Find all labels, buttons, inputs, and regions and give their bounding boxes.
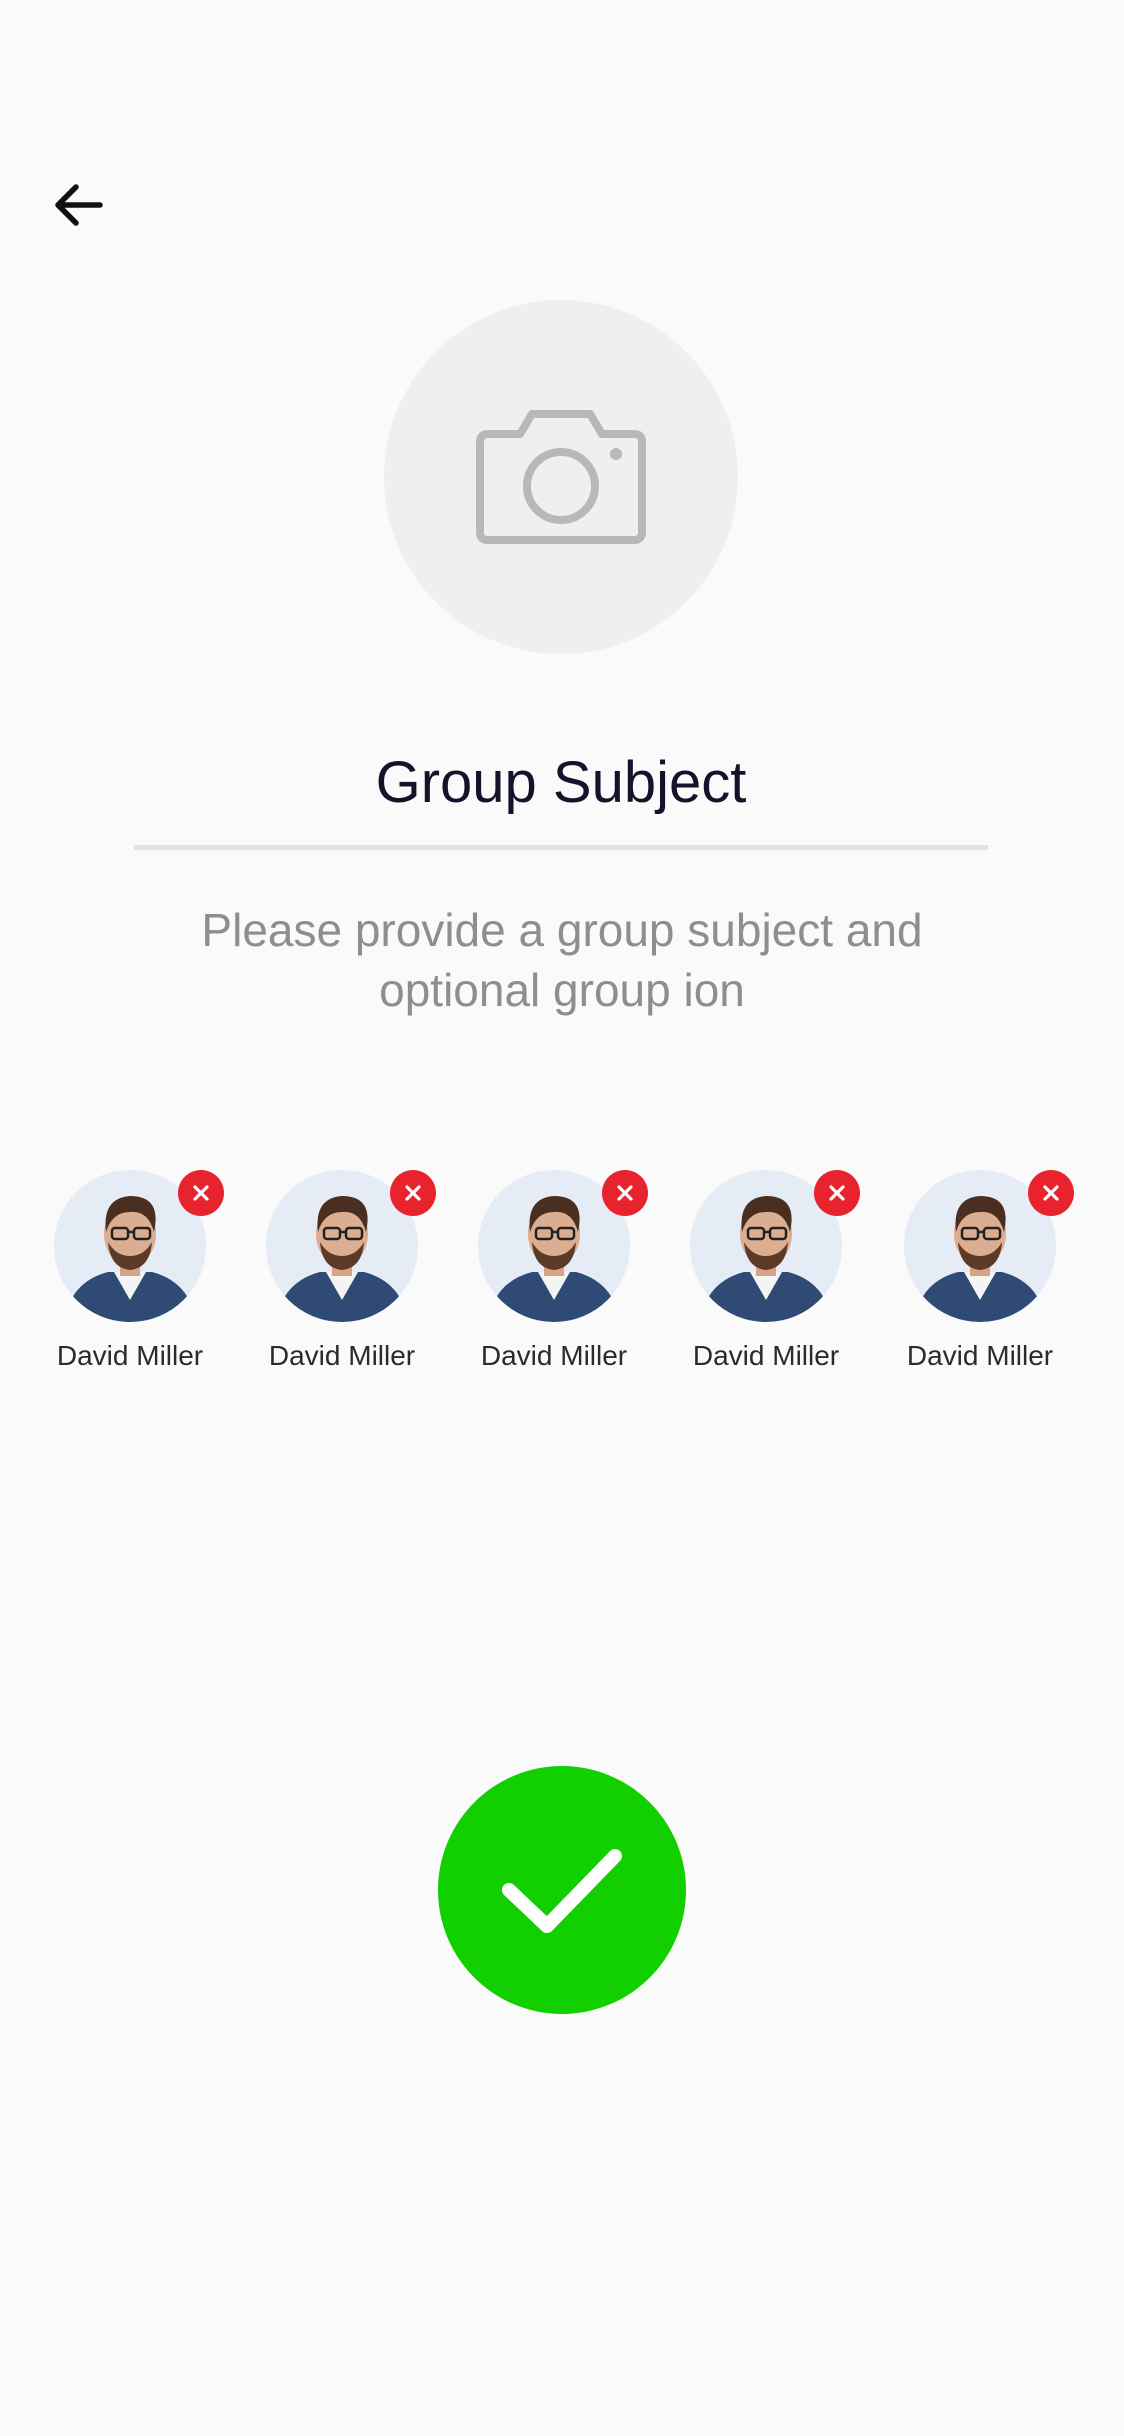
member-item: David Miller bbox=[880, 1160, 1080, 1380]
member-name: David Miller bbox=[906, 1340, 1054, 1371]
selected-members-list: David Miller David Miller David Miller D… bbox=[0, 1160, 1124, 1380]
group-subject-input[interactable] bbox=[134, 720, 988, 850]
close-icon bbox=[193, 1185, 209, 1201]
member-item: David Miller bbox=[30, 1160, 230, 1380]
remove-member-button[interactable] bbox=[1028, 1170, 1074, 1216]
member-item: David Miller bbox=[242, 1160, 442, 1380]
confirm-create-group-button[interactable] bbox=[438, 1766, 686, 2014]
close-icon bbox=[617, 1185, 633, 1201]
arrow-left-icon bbox=[55, 184, 103, 226]
member-name: David Miller bbox=[268, 1340, 416, 1371]
member-name: David Miller bbox=[56, 1340, 204, 1371]
close-icon bbox=[1043, 1185, 1059, 1201]
member-item: David Miller bbox=[666, 1160, 866, 1380]
member-name: David Miller bbox=[480, 1340, 628, 1371]
close-icon bbox=[829, 1185, 845, 1201]
remove-member-button[interactable] bbox=[814, 1170, 860, 1216]
back-button[interactable] bbox=[38, 170, 118, 240]
close-icon bbox=[405, 1185, 421, 1201]
remove-member-button[interactable] bbox=[178, 1170, 224, 1216]
member-item: David Miller bbox=[454, 1160, 654, 1380]
remove-member-button[interactable] bbox=[390, 1170, 436, 1216]
group-subject-hint: Please provide a group subject and optio… bbox=[201, 904, 923, 1016]
checkmark-icon bbox=[502, 1849, 622, 1933]
remove-member-button[interactable] bbox=[602, 1170, 648, 1216]
group-photo-picker[interactable] bbox=[384, 300, 738, 654]
member-name: David Miller bbox=[692, 1340, 840, 1371]
camera-icon bbox=[476, 410, 646, 544]
